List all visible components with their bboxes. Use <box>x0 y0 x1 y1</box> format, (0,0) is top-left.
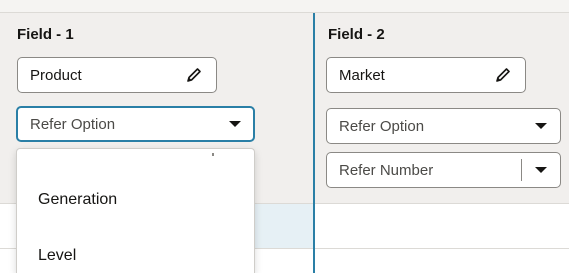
chevron-down-icon[interactable] <box>535 123 547 129</box>
menu-item-level[interactable]: Level <box>38 247 76 265</box>
field-2-refer-number-select[interactable]: Refer Number <box>326 152 561 188</box>
field-1-name-input[interactable]: Product <box>17 57 217 93</box>
chevron-down-icon[interactable] <box>229 121 241 127</box>
field-2-number-value: Refer Number <box>339 161 434 179</box>
field-1-select-value: Refer Option <box>30 115 116 133</box>
menu-scroll-indicator <box>212 153 214 156</box>
menu-item-generation[interactable]: Generation <box>38 191 117 209</box>
field-2-name-value: Market <box>339 66 385 84</box>
field-2-refer-option-select[interactable]: Refer Option <box>326 108 561 144</box>
column-divider-active[interactable] <box>313 13 315 273</box>
refer-option-dropdown-menu: Generation Level <box>16 148 255 273</box>
field-1-refer-option-select[interactable]: Refer Option <box>16 106 255 142</box>
row-highlight <box>255 203 313 248</box>
field-1-name-value: Product <box>30 66 82 84</box>
pencil-icon[interactable] <box>186 67 202 83</box>
field-2-header: Field - 2 <box>328 26 385 43</box>
field-2-name-input[interactable]: Market <box>326 57 526 93</box>
field-2-select-value: Refer Option <box>339 117 425 135</box>
chevron-down-icon[interactable] <box>535 167 547 173</box>
pencil-icon[interactable] <box>495 67 511 83</box>
field-1-header: Field - 1 <box>17 26 74 43</box>
table-top-border <box>0 0 569 13</box>
select-separator <box>521 159 522 181</box>
